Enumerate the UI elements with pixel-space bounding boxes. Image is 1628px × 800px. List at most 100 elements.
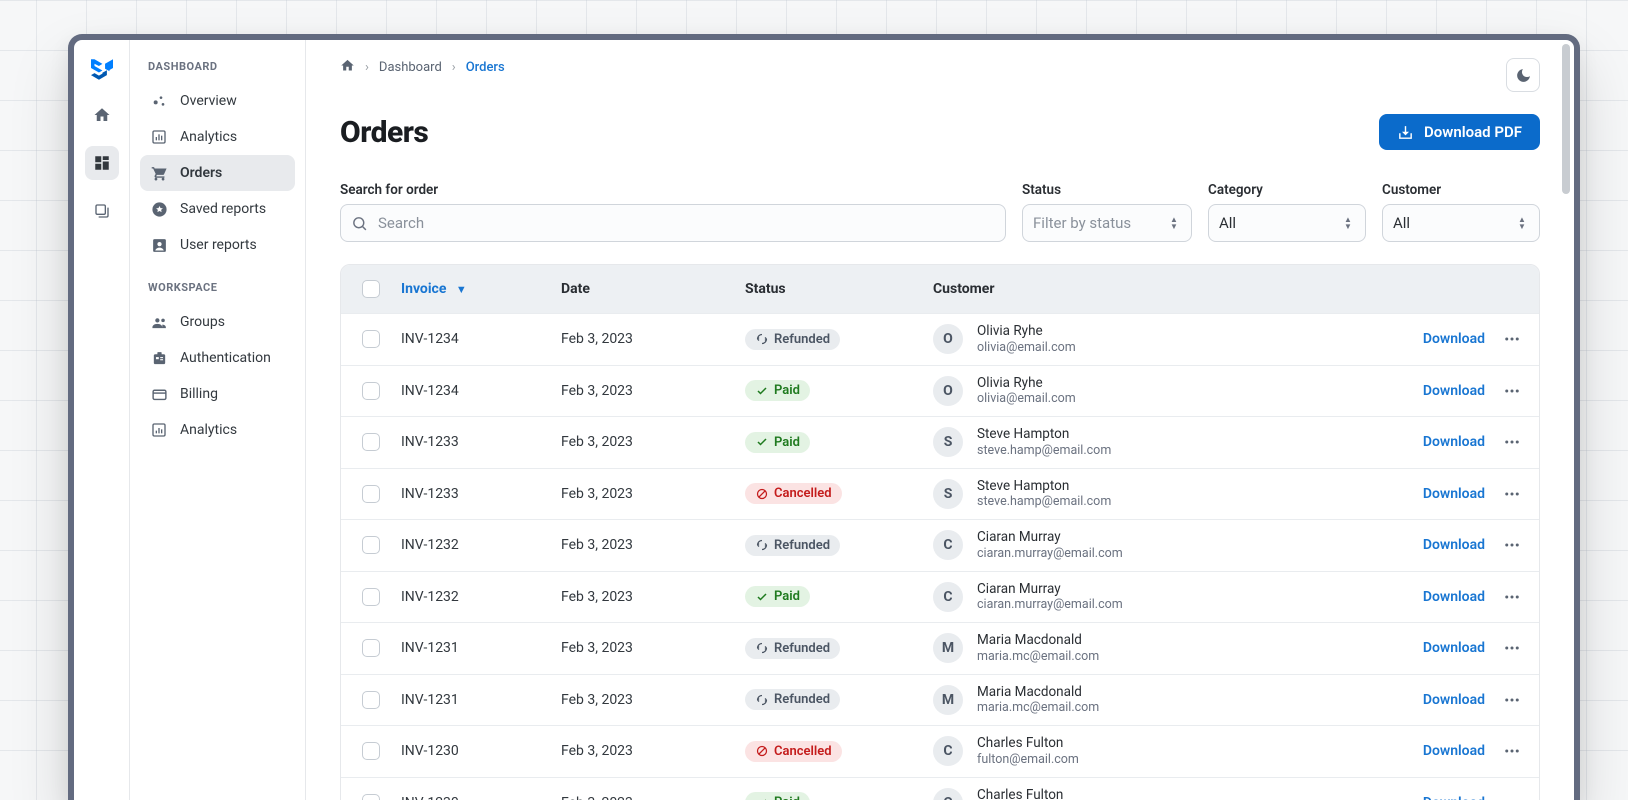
row-checkbox[interactable] [362,382,380,400]
table-row: INV-1233Feb 3, 2023CancelledSSteve Hampt… [341,468,1539,520]
rail-dashboard-button[interactable] [85,146,119,180]
sidebar-item-orders[interactable]: Orders [140,155,295,191]
customer-email: maria.mc@email.com [977,649,1099,665]
sidebar-item-billing[interactable]: Billing [140,376,295,412]
download-link[interactable]: Download [1423,537,1485,553]
invoice-id: INV-1231 [401,640,561,656]
sidebar-item-authentication[interactable]: Authentication [140,340,295,376]
row-checkbox[interactable] [362,433,380,451]
download-link[interactable]: Download [1423,692,1485,708]
sidebar-item-saved-reports[interactable]: Saved reports [140,191,295,227]
download-link[interactable]: Download [1423,434,1485,450]
row-more-button[interactable] [1498,531,1526,559]
download-link[interactable]: Download [1423,383,1485,399]
invoice-id: INV-1230 [401,743,561,759]
sidebar-item-label: Saved reports [180,201,266,217]
col-invoice[interactable]: Invoice ▼ [401,281,561,297]
page-title: Orders [340,115,428,150]
rail-layers-button[interactable] [85,194,119,228]
row-more-button[interactable] [1498,377,1526,405]
moon-icon [1515,67,1532,84]
more-horiz-icon [1503,433,1521,451]
row-checkbox[interactable] [362,639,380,657]
avatar: O [933,324,963,354]
more-horiz-icon [1503,639,1521,657]
row-checkbox[interactable] [362,536,380,554]
cart-icon [150,164,168,182]
sidebar-item-analytics-2[interactable]: Analytics [140,412,295,448]
row-checkbox[interactable] [362,588,380,606]
more-horiz-icon [1503,691,1521,709]
col-customer[interactable]: Customer [933,281,1389,297]
unfold-icon: ▲▼ [1167,214,1181,232]
download-link[interactable]: Download [1423,640,1485,656]
invoice-date: Feb 3, 2023 [561,692,745,708]
table-row: INV-1230Feb 3, 2023PaidCCharles Fultonfu… [341,777,1539,800]
row-more-button[interactable] [1498,428,1526,456]
download-link[interactable]: Download [1423,589,1485,605]
invoice-date: Feb 3, 2023 [561,640,745,656]
rail-nav [74,40,130,800]
invoice-date: Feb 3, 2023 [561,795,745,800]
sidebar-item-analytics[interactable]: Analytics [140,119,295,155]
download-link[interactable]: Download [1423,795,1485,800]
download-link[interactable]: Download [1423,486,1485,502]
scrollbar[interactable] [1562,44,1570,194]
groups-icon [150,313,168,331]
col-date[interactable]: Date [561,281,745,297]
badge-icon [150,349,168,367]
status-chip: Paid [745,586,810,607]
sidebar-item-overview[interactable]: Overview [140,83,295,119]
row-checkbox[interactable] [362,691,380,709]
row-more-button[interactable] [1498,789,1526,800]
avatar: C [933,736,963,766]
table-row: INV-1230Feb 3, 2023CancelledCCharles Ful… [341,725,1539,777]
sidebar-item-user-reports[interactable]: User reports [140,227,295,263]
row-checkbox[interactable] [362,330,380,348]
home-icon[interactable] [340,58,355,77]
row-more-button[interactable] [1498,634,1526,662]
rail-home-button[interactable] [85,98,119,132]
sidebar-item-label: Billing [180,386,218,402]
customer-name: Olivia Ryhe [977,323,1076,340]
download-link[interactable]: Download [1423,331,1485,347]
search-input[interactable]: Search [340,204,1006,242]
category-select[interactable]: All ▲▼ [1208,204,1366,242]
more-horiz-icon [1503,485,1521,503]
row-more-button[interactable] [1498,480,1526,508]
status-select[interactable]: Filter by status ▲▼ [1022,204,1192,242]
customer-select[interactable]: All ▲▼ [1382,204,1540,242]
avatar: O [933,376,963,406]
breadcrumb-current[interactable]: Orders [466,60,505,75]
scatter-icon [150,92,168,110]
more-horiz-icon [1503,742,1521,760]
customer-label: Customer [1382,182,1540,198]
row-checkbox[interactable] [362,742,380,760]
row-more-button[interactable] [1498,686,1526,714]
invoice-id: INV-1230 [401,795,561,800]
avatar: S [933,427,963,457]
status-chip: Refunded [745,329,840,350]
col-status[interactable]: Status [745,281,933,297]
select-all-checkbox[interactable] [362,280,380,298]
theme-toggle-button[interactable] [1506,58,1540,92]
status-chip: Refunded [745,689,840,710]
download-pdf-button[interactable]: Download PDF [1379,114,1540,150]
more-horiz-icon [1503,382,1521,400]
more-horiz-icon [1503,330,1521,348]
app-window: DASHBOARD Overview Analytics Orders Save… [68,34,1580,800]
row-more-button[interactable] [1498,737,1526,765]
row-more-button[interactable] [1498,325,1526,353]
sidebar-item-label: Authentication [180,350,271,366]
row-more-button[interactable] [1498,583,1526,611]
download-link[interactable]: Download [1423,743,1485,759]
customer-name: Ciaran Murray [977,529,1123,546]
customer-name: Charles Fulton [977,787,1079,800]
sidebar-item-groups[interactable]: Groups [140,304,295,340]
sidebar-item-label: Orders [180,165,222,181]
row-checkbox[interactable] [362,794,380,800]
customer-email: ciaran.murray@email.com [977,597,1123,613]
row-checkbox[interactable] [362,485,380,503]
bar-chart-icon [150,128,168,146]
breadcrumb-dashboard[interactable]: Dashboard [379,60,442,75]
